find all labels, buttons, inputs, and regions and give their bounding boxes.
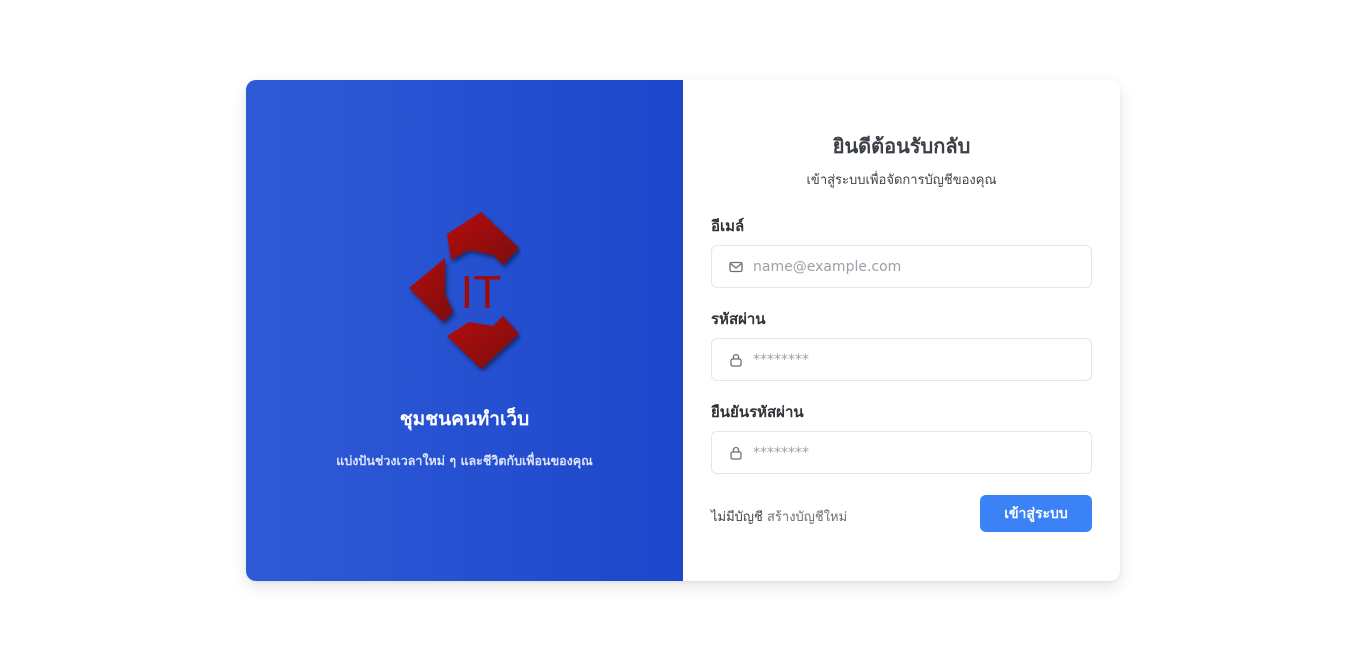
password-field-wrapper [711, 338, 1092, 381]
logo-text: IT [461, 266, 502, 318]
login-card: IT ชุมชนคนทำเว็บ แบ่งปันช่วงเวลาใหม่ ๆ แ… [246, 80, 1120, 581]
signup-prompt: ไม่มีบัญชี สร้างบัญชีใหม่ [711, 506, 847, 527]
confirm-password-field-wrapper [711, 431, 1092, 474]
confirm-password-label: ยืนยันรหัสผ่าน [711, 403, 804, 421]
login-button[interactable]: เข้าสู่ระบบ [980, 495, 1092, 532]
brand-panel: IT ชุมชนคนทำเว็บ แบ่งปันช่วงเวลาใหม่ ๆ แ… [246, 80, 683, 581]
email-input[interactable] [753, 251, 1073, 282]
confirm-password-input[interactable] [753, 437, 1073, 468]
login-form-panel: ยินดีต้อนรับกลับ เข้าสู่ระบบเพื่อจัดการบ… [683, 80, 1120, 581]
password-label: รหัสผ่าน [711, 310, 766, 328]
brand-subtitle: แบ่งปันช่วงเวลาใหม่ ๆ และชีวิตกับเพื่อนข… [336, 453, 593, 468]
password-input[interactable] [753, 344, 1073, 375]
form-heading: ยินดีต้อนรับกลับ [832, 134, 971, 158]
lock-icon [730, 353, 742, 367]
email-field-wrapper [711, 245, 1092, 288]
no-account-text: ไม่มีบัญชี [711, 510, 763, 525]
lock-icon [730, 446, 742, 460]
email-label: อีเมล์ [711, 217, 745, 235]
form-subheading: เข้าสู่ระบบเพื่อจัดการบัญชีของคุณ [806, 173, 997, 188]
brand-title: ชุมชนคนทำเว็บ [399, 408, 530, 430]
create-account-link[interactable]: สร้างบัญชีใหม่ [767, 510, 847, 525]
it-logo: IT [409, 212, 519, 369]
mail-icon [729, 261, 743, 272]
